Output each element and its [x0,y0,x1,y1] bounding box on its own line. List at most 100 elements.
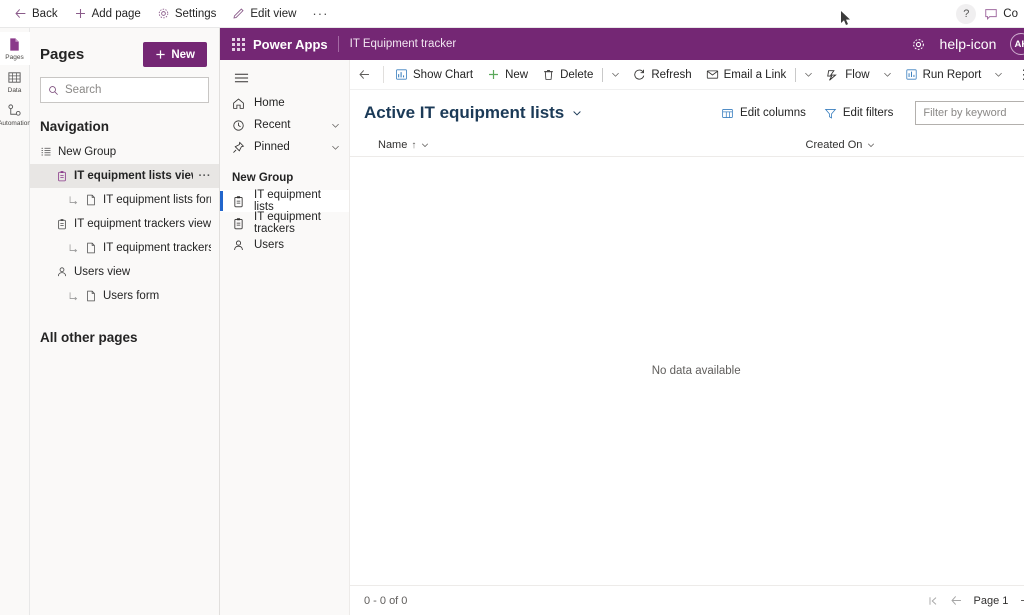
navigation-header: Navigation [40,119,110,134]
all-other-pages-header[interactable]: All other pages [30,308,219,345]
sitemap-item-pinned[interactable]: Pinned [220,136,349,158]
nav-item-it-equipment-trackers-form[interactable]: IT equipment trackers form [30,236,219,260]
column-header-name[interactable]: Name ↑ [378,139,430,151]
flow-chevron-down-icon[interactable] [877,69,898,80]
flow-icon [826,68,840,82]
search-icon [48,85,59,96]
nav-item-new-group[interactable]: New Group [30,140,219,164]
trash-icon [542,68,555,81]
back-button[interactable]: Back [6,2,66,26]
sitemap-item-it-equipment-lists[interactable]: IT equipment lists [220,189,349,213]
nav-item-label: IT equipment lists view [74,170,193,182]
help-icon[interactable]: help-icon [940,36,997,52]
record-count: 0 - 0 of 0 [364,594,408,607]
email-a-link-label: Email a Link [723,68,787,81]
command-overflow-button[interactable]: ⋮ [1009,68,1024,81]
sitemap-item-home[interactable]: Home [220,92,349,114]
command-bar: Show Chart New Delete Refresh Email a Li… [350,60,1024,90]
next-page-button[interactable] [1019,594,1024,607]
nav-item-users-form[interactable]: Users form [30,284,219,308]
refresh-button[interactable]: Refresh [626,62,698,88]
edit-columns-button[interactable]: Edit columns [713,100,814,126]
view-icon [56,218,68,230]
filter-by-keyword-input[interactable] [923,107,1023,119]
comments-button[interactable]: Co [978,7,1018,21]
waffle-menu-icon[interactable] [228,34,253,55]
maker-overflow-button[interactable]: ··· [304,6,336,21]
product-name[interactable]: Power Apps [253,37,338,52]
edit-view-button[interactable]: Edit view [224,2,304,26]
chevron-down-icon[interactable] [330,120,341,131]
search-input[interactable] [65,84,195,96]
column-header-label: Created On [805,139,863,151]
app-name[interactable]: IT Equipment tracker [339,38,457,50]
grid-status-bar: 0 - 0 of 0 Page 1 [350,585,1024,615]
chevron-down-icon[interactable] [420,140,430,150]
nav-item-it-equipment-lists-form[interactable]: IT equipment lists form [30,188,219,212]
delete-button[interactable]: Delete [535,62,600,88]
delete-chevron-down-icon[interactable] [605,69,626,80]
comment-icon [984,7,998,21]
gear-icon[interactable] [911,37,926,52]
search-box[interactable] [40,77,209,103]
page-number-label: Page 1 [973,594,1009,607]
command-pipe [795,67,797,82]
email-chevron-down-icon[interactable] [798,69,819,80]
nav-item-label: Users form [103,290,160,302]
nav-item-it-equipment-trackers-view[interactable]: IT equipment trackers view [30,212,219,236]
help-button[interactable]: ? [956,3,977,24]
app-preview: Power Apps IT Equipment tracker help-ico… [220,28,1024,615]
app-sitemap: Home Recent Pinned New Group IT equipmen… [220,60,350,615]
run-report-chevron-down-icon[interactable] [988,69,1009,80]
pin-icon [232,141,245,154]
chevron-down-icon[interactable] [571,107,583,119]
flow-button[interactable]: Flow [819,62,876,88]
new-record-label: New [505,68,529,81]
sitemap-item-users[interactable]: Users [220,234,349,256]
view-selector[interactable]: Active IT equipment lists [364,103,583,123]
previous-page-button[interactable] [950,594,963,607]
first-page-button[interactable] [927,595,939,607]
add-page-button[interactable]: Add page [66,2,149,26]
avatar[interactable]: AK [1010,33,1024,55]
left-rail: Pages Data Automation [0,28,31,615]
sitemap-item-label: IT equipment lists [254,189,321,213]
back-nav-button[interactable] [356,68,379,81]
hamburger-icon[interactable] [220,66,349,92]
pages-panel: Pages New Navigation New Group [30,28,220,615]
nav-item-users-view[interactable]: Users view [30,260,219,284]
form-icon [85,242,97,254]
settings-button[interactable]: Settings [149,2,225,26]
command-divider [383,66,384,83]
sort-ascending-icon: ↑ [411,139,417,151]
column-header-created-on[interactable]: Created On [806,139,877,151]
show-chart-button[interactable]: Show Chart [388,62,480,88]
nav-item-it-equipment-lists-view[interactable]: IT equipment lists view ··· [30,164,219,188]
chevron-down-icon[interactable] [866,140,876,150]
new-page-label: New [171,48,195,61]
rail-label-pages: Pages [5,54,24,61]
gear-icon [157,7,170,20]
sitemap-item-it-equipment-trackers[interactable]: IT equipment trackers [220,211,349,235]
nav-item-label: IT equipment trackers form [103,242,211,254]
new-page-button[interactable]: New [143,42,207,67]
back-label: Back [32,7,58,20]
email-a-link-button[interactable]: Email a Link [699,62,794,88]
new-record-button[interactable]: New [480,62,535,88]
clock-icon [232,119,245,132]
sitemap-item-recent[interactable]: Recent [220,114,349,136]
rail-item-pages[interactable]: Pages [0,32,30,65]
brand-bar-right: help-icon AK [911,33,1024,55]
chart-icon [395,68,408,81]
edit-filters-button[interactable]: Edit filters [816,100,902,126]
chevron-down-icon[interactable] [330,142,341,153]
rail-label-data: Data [7,87,22,94]
pagination: Page 1 [927,594,1024,607]
rail-item-automation[interactable]: Automation [0,98,31,131]
run-report-button[interactable]: Run Report [898,62,989,88]
table-icon [232,217,245,230]
rail-item-data[interactable]: Data [0,65,30,98]
show-chart-label: Show Chart [413,68,474,81]
nav-item-overflow-button[interactable]: ··· [199,170,212,182]
filter-by-keyword-box[interactable] [915,101,1024,125]
